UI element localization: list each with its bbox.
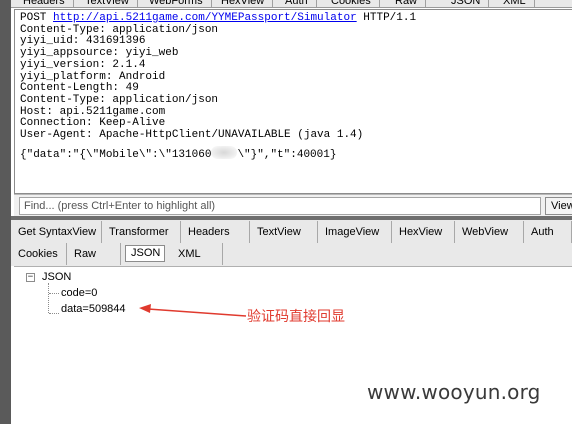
tab-raw[interactable]: Raw [67, 243, 121, 265]
request-tab-cookies[interactable]: Cookies [323, 0, 380, 7]
tree-node-data[interactable]: data=509844 [61, 303, 126, 315]
request-method: POST [20, 12, 47, 24]
request-header-line: Content-Type: application/json [20, 23, 219, 36]
tab-xml[interactable]: XML [171, 243, 223, 265]
request-header-line: Connection: Keep-Alive [20, 117, 166, 130]
annotation-arrow [139, 304, 247, 317]
tab-auth[interactable]: Auth [524, 221, 572, 243]
tree-connector [48, 283, 49, 313]
request-tab-json[interactable]: JSON [443, 0, 490, 7]
tab-webview[interactable]: WebView [455, 221, 524, 243]
redacted-mask [211, 146, 238, 159]
request-header-line: yiyi_version: 2.1.4 [20, 58, 146, 71]
request-body-suffix: \"}","t":40001} [237, 149, 337, 161]
request-header-line: yiyi_platform: Android [20, 70, 166, 83]
request-tab-xml[interactable]: XML [495, 0, 535, 7]
tab-hexview[interactable]: HexView [392, 221, 455, 243]
request-tab-raw[interactable]: Raw [387, 0, 427, 7]
tree-node-code[interactable]: code=0 [61, 287, 97, 299]
response-tab-row-1: Get SyntaxView Transformer Headers TextV… [11, 221, 572, 243]
watermark-logo: www.wooyun.org [367, 380, 541, 404]
request-url[interactable]: http://api.5211game.com/YYMEPassport/Sim… [53, 12, 357, 24]
tab-imageview[interactable]: ImageView [318, 221, 392, 243]
request-header-line: Content-Type: application/json [20, 93, 219, 106]
request-header-line: yiyi_appsource: yiyi_web [20, 47, 179, 60]
request-protocol: HTTP/1.1 [363, 12, 417, 24]
tab-textview[interactable]: TextView [250, 221, 318, 243]
request-header-line: User-Agent: Apache-HttpClient/UNAVAILABL… [20, 129, 364, 142]
view-in-notepad-button[interactable]: View [545, 197, 572, 215]
request-tab-strip: Headers TextView WebForms HexView Auth C… [11, 0, 572, 8]
request-body-prefix: {"data":"{\"Mobile\":\"131060 [20, 149, 212, 161]
tab-json[interactable]: JSON [125, 245, 165, 262]
request-header-line: Content-Length: 49 [20, 82, 139, 95]
request-raw-view[interactable]: POST http://api.5211game.com/YYMEPasspor… [14, 9, 572, 194]
request-text: POST http://api.5211game.com/YYMEPasspor… [20, 12, 417, 142]
request-tab-headers[interactable]: Headers [15, 0, 74, 7]
request-tab-webforms[interactable]: WebForms [141, 0, 212, 7]
tree-connector [49, 313, 59, 314]
request-tab-auth[interactable]: Auth [277, 0, 317, 7]
request-header-line: yiyi_uid: 431691396 [20, 35, 146, 48]
response-tab-row-2: Cookies Raw JSON XML [11, 243, 572, 265]
annotation-text: 验证码直接回显 [247, 309, 345, 325]
collapse-icon[interactable]: − [26, 273, 35, 282]
find-bar: Find... (press Ctrl+Enter to highlight a… [14, 194, 572, 216]
left-edge [0, 0, 11, 424]
tab-transformer[interactable]: Transformer [102, 221, 181, 243]
tab-get-syntaxview[interactable]: Get SyntaxView [11, 221, 102, 243]
response-tab-strip: Get SyntaxView Transformer Headers TextV… [11, 220, 572, 266]
request-tab-hexview[interactable]: HexView [213, 0, 274, 7]
tab-cookies[interactable]: Cookies [11, 243, 67, 265]
request-body: {"data":"{\"Mobile\":\"131060 \"}","t":40… [20, 146, 336, 161]
tree-connector [49, 293, 59, 294]
request-header-line: Host: api.5211game.com [20, 105, 166, 118]
find-input[interactable]: Find... (press Ctrl+Enter to highlight a… [19, 197, 541, 215]
tree-root-json[interactable]: JSON [42, 271, 71, 283]
tab-headers[interactable]: Headers [181, 221, 250, 243]
request-tab-textview[interactable]: TextView [77, 0, 138, 7]
